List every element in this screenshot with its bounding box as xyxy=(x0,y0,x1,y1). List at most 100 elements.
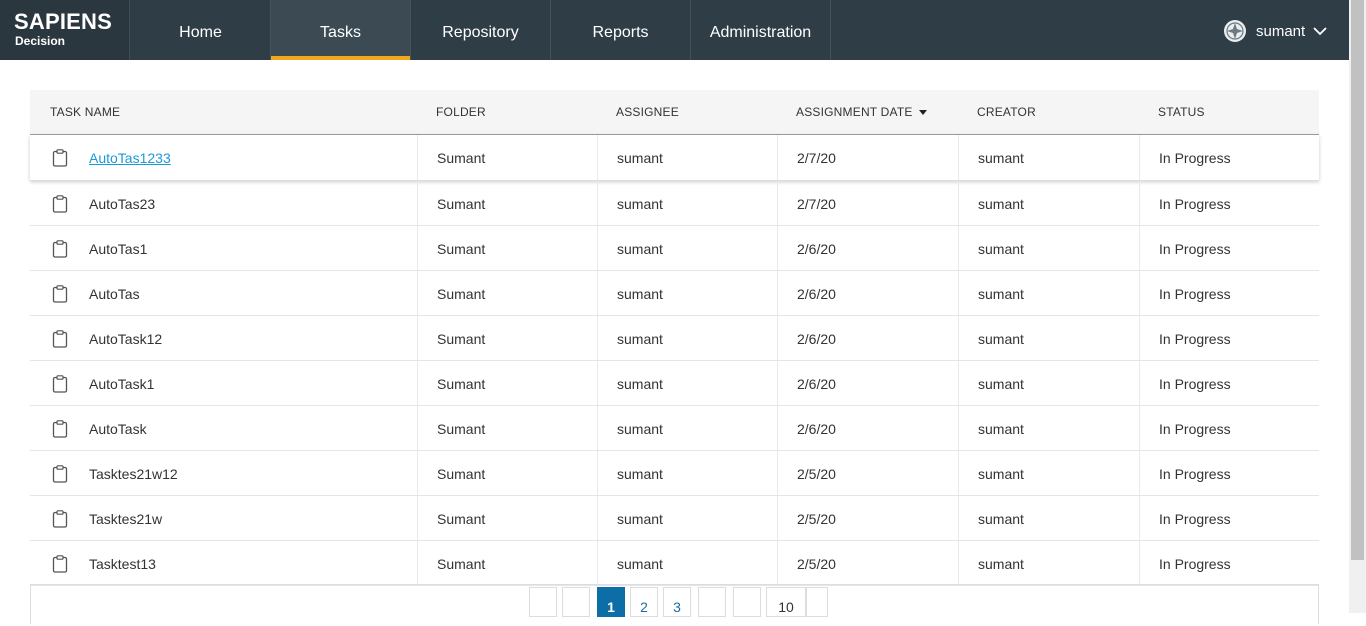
column-divider xyxy=(777,496,778,540)
col-status[interactable]: STATUS xyxy=(1158,90,1205,134)
column-divider xyxy=(777,406,778,450)
task-name-link[interactable]: AutoTas xyxy=(89,286,140,302)
scrollbar-thumb[interactable] xyxy=(1351,0,1364,560)
column-divider xyxy=(1139,135,1140,180)
column-divider xyxy=(597,181,598,225)
column-divider xyxy=(417,361,418,405)
vertical-scrollbar[interactable] xyxy=(1349,0,1366,613)
cell-assignee: sumant xyxy=(617,286,663,302)
tab-administration[interactable]: Administration xyxy=(691,0,831,60)
cell-task-name: Tasktes21w xyxy=(89,496,162,542)
column-divider xyxy=(597,406,598,450)
column-divider xyxy=(597,271,598,315)
column-divider xyxy=(597,496,598,540)
column-divider xyxy=(958,541,959,585)
col-task-name[interactable]: TASK NAME xyxy=(50,90,120,134)
table-row[interactable]: AutoTask Sumant sumant 2/6/20 sumant In Progr… xyxy=(30,406,1319,451)
cell-assignment-date: 2/6/20 xyxy=(797,331,836,347)
column-divider xyxy=(958,316,959,360)
table-row[interactable]: Tasktes21w12 Sumant sumant 2/5/20 sumant In P… xyxy=(30,451,1319,496)
cell-assignment-date: 2/6/20 xyxy=(797,376,836,392)
task-name-link[interactable]: Tasktest13 xyxy=(89,556,156,572)
cell-task-name: Tasktes21w12 xyxy=(89,451,178,497)
tab-repository[interactable]: Repository xyxy=(411,0,551,60)
table-row[interactable]: AutoTas23 Sumant sumant 2/7/20 sumant In Prog… xyxy=(30,181,1319,226)
column-divider xyxy=(597,541,598,585)
tab-tasks[interactable]: Tasks xyxy=(271,0,411,60)
cell-creator: sumant xyxy=(978,331,1024,347)
clipboard-icon xyxy=(52,149,68,167)
clipboard-icon xyxy=(52,375,68,393)
cell-task-name: AutoTask12 xyxy=(89,316,162,362)
clipboard-icon xyxy=(52,330,68,348)
cell-assignee: sumant xyxy=(617,421,663,437)
cell-folder: Sumant xyxy=(437,150,486,166)
cell-assignee: sumant xyxy=(617,241,663,257)
cell-assignment-date: 2/6/20 xyxy=(797,241,836,257)
column-divider xyxy=(958,406,959,450)
user-name: sumant xyxy=(1256,22,1306,40)
brand-name: SAPIENS xyxy=(14,9,112,34)
tab-home[interactable]: Home xyxy=(131,0,271,60)
pagination-bar: 1 2 3 10 xyxy=(30,584,1319,624)
column-divider xyxy=(597,135,598,180)
globe-icon xyxy=(1224,20,1246,42)
col-assignment-date-label: ASSIGNMENT DATE xyxy=(796,105,913,119)
table-row[interactable]: AutoTas Sumant sumant 2/6/20 sumant In Progre… xyxy=(30,271,1319,316)
col-assignee[interactable]: ASSIGNEE xyxy=(616,90,679,134)
cell-task-name: AutoTas1 xyxy=(89,226,147,272)
column-divider xyxy=(777,181,778,225)
tab-reports[interactable]: Reports xyxy=(551,0,691,60)
column-divider xyxy=(777,541,778,585)
cell-assignee: sumant xyxy=(617,556,663,572)
cell-folder: Sumant xyxy=(437,376,486,392)
cell-task-name: AutoTas xyxy=(89,271,140,317)
column-divider xyxy=(1139,316,1140,360)
column-divider xyxy=(1139,181,1140,225)
sapiens-logo[interactable]: SAPIENS Decision xyxy=(0,0,130,60)
table-row[interactable]: AutoTask12 Sumant sumant 2/6/20 sumant In Pro… xyxy=(30,316,1319,361)
table-row[interactable]: Tasktes21w Sumant sumant 2/5/20 sumant In Pro… xyxy=(30,496,1319,541)
col-folder[interactable]: FOLDER xyxy=(436,90,486,134)
col-assignment-date[interactable]: ASSIGNMENT DATE xyxy=(796,90,927,134)
column-divider xyxy=(958,496,959,540)
chevron-down-icon xyxy=(1313,27,1327,36)
column-divider xyxy=(417,406,418,450)
cell-folder: Sumant xyxy=(437,511,486,527)
column-divider xyxy=(1139,271,1140,315)
cell-creator: sumant xyxy=(978,466,1024,482)
cell-status: In Progress xyxy=(1159,376,1231,392)
column-divider xyxy=(597,226,598,270)
table-row[interactable]: Tasktest13 Sumant sumant 2/5/20 sumant In Pro… xyxy=(30,541,1319,586)
cell-assignment-date: 2/5/20 xyxy=(797,466,836,482)
column-divider xyxy=(1139,406,1140,450)
task-name-link[interactable]: AutoTas1233 xyxy=(89,150,171,166)
table-row[interactable]: AutoTas1233 Sumant sumant 2/7/20 sumant In Pr… xyxy=(30,135,1319,181)
column-divider xyxy=(1139,361,1140,405)
task-name-link[interactable]: AutoTask xyxy=(89,421,147,437)
column-divider xyxy=(958,451,959,495)
col-creator[interactable]: CREATOR xyxy=(977,90,1036,134)
user-menu[interactable]: sumant xyxy=(1224,18,1327,44)
task-name-link[interactable]: Tasktes21w12 xyxy=(89,466,178,482)
cell-status: In Progress xyxy=(1159,331,1231,347)
task-name-link[interactable]: Tasktes21w xyxy=(89,511,162,527)
cell-status: In Progress xyxy=(1159,286,1231,302)
task-name-link[interactable]: AutoTask1 xyxy=(89,376,154,392)
cell-folder: Sumant xyxy=(437,331,486,347)
column-divider xyxy=(417,496,418,540)
column-divider xyxy=(777,361,778,405)
cell-assignee: sumant xyxy=(617,150,663,166)
column-divider xyxy=(958,181,959,225)
column-divider xyxy=(417,181,418,225)
cell-folder: Sumant xyxy=(437,466,486,482)
task-name-link[interactable]: AutoTask12 xyxy=(89,331,162,347)
table-row[interactable]: AutoTask1 Sumant sumant 2/6/20 sumant In Prog… xyxy=(30,361,1319,406)
cell-folder: Sumant xyxy=(437,421,486,437)
task-name-link[interactable]: AutoTas1 xyxy=(89,241,147,257)
task-name-link[interactable]: AutoTas23 xyxy=(89,196,155,212)
column-divider xyxy=(417,135,418,180)
table-row[interactable]: AutoTas1 Sumant sumant 2/6/20 sumant In Progr… xyxy=(30,226,1319,271)
cell-creator: sumant xyxy=(978,196,1024,212)
clipboard-icon xyxy=(52,510,68,528)
